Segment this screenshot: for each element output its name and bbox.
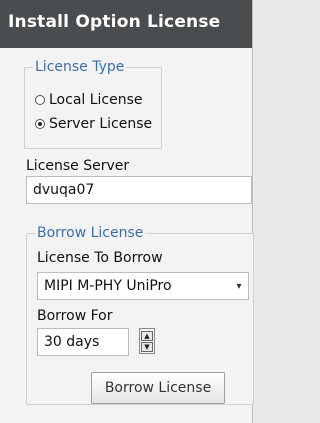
radio-server-license[interactable]: Server License [35,116,152,132]
license-to-borrow-value: MIPI M-PHY UniPro [44,278,172,294]
license-server-value: dvuqa07 [33,182,95,198]
license-server-input[interactable]: dvuqa07 [26,176,252,204]
license-server-label: License Server [26,158,130,174]
borrow-license-legend: Borrow License [35,225,146,241]
triangle-down-icon[interactable]: ▼ [141,342,153,352]
borrow-license-group: Borrow License License To Borrow MIPI M-… [26,225,254,405]
license-type-group: License Type Local License Server Licens… [24,59,162,149]
triangle-up-icon[interactable]: ▲ [141,331,153,341]
borrow-license-button[interactable]: Borrow License [91,372,225,404]
radio-icon [35,119,45,129]
borrow-for-input[interactable]: 30 days [37,328,129,356]
install-option-license-panel: Install Option License License Type Loca… [0,0,254,423]
license-to-borrow-label: License To Borrow [37,250,163,266]
chevron-down-icon[interactable]: ▾ [232,273,246,299]
radio-local-license-label: Local License [49,92,143,108]
radio-local-license[interactable]: Local License [35,92,143,108]
borrow-for-spinner[interactable]: ▲ ▼ [139,328,155,354]
radio-icon [35,95,45,105]
radio-server-license-label: Server License [49,116,153,132]
license-to-borrow-select[interactable]: MIPI M-PHY UniPro ▾ [37,272,249,300]
title-bar: Install Option License [0,0,252,48]
window-title: Install Option License [8,12,221,32]
borrow-for-value: 30 days [44,334,100,350]
license-type-legend: License Type [33,59,127,75]
borrow-for-label: Borrow For [37,308,113,324]
